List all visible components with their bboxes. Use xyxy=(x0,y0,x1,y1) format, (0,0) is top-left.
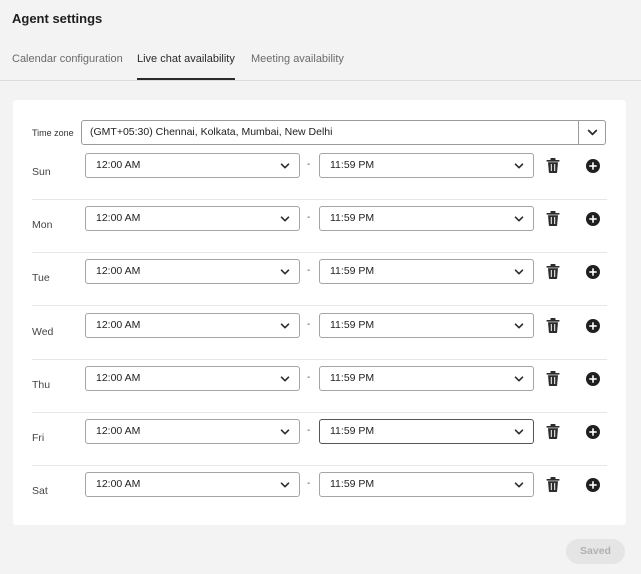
trash-icon[interactable] xyxy=(546,317,560,333)
end-time-select[interactable]: 11:59 PM xyxy=(319,472,534,498)
day-label: Thu xyxy=(32,378,51,391)
saved-button[interactable]: Saved xyxy=(566,539,625,564)
day-label: Sun xyxy=(32,166,51,178)
start-time-value: 12:00 AM xyxy=(96,425,141,437)
time-range-separator: - xyxy=(307,212,311,224)
day-label: Sat xyxy=(32,485,48,498)
trash-icon[interactable] xyxy=(546,158,560,173)
page-title: Agent settings xyxy=(12,11,103,26)
start-time-value: 12:00 AM xyxy=(96,371,141,384)
start-time-select[interactable]: 12:00 AM xyxy=(85,365,300,391)
start-time-select[interactable]: 12:00 AM xyxy=(85,472,300,498)
time-range-separator: - xyxy=(307,425,311,436)
trash-icon[interactable] xyxy=(546,477,560,493)
start-time-select[interactable]: 12:00 AM xyxy=(85,312,300,338)
plus-circle-icon[interactable] xyxy=(586,159,600,173)
day-row-mon: Mon 12:00 AM - 11:59 PM xyxy=(13,200,626,254)
start-time-value: 12:00 AM xyxy=(96,318,141,331)
end-time-select[interactable]: 11:59 PM xyxy=(319,365,534,391)
tab-bar: Calendar configuration Live chat availab… xyxy=(0,44,641,81)
plus-circle-icon[interactable] xyxy=(586,478,600,493)
end-time-select[interactable]: 11:59 PM xyxy=(319,206,534,232)
end-time-value: 11:59 PM xyxy=(330,265,375,278)
end-time-value: 11:59 PM xyxy=(330,478,375,491)
end-time-value: 11:59 PM xyxy=(330,212,375,225)
trash-icon[interactable] xyxy=(546,370,560,386)
end-time-select[interactable]: 11:59 PM xyxy=(319,419,534,444)
start-time-value: 12:00 AM xyxy=(96,212,141,225)
day-row-thu: Thu 12:00 AM - 11:59 PM xyxy=(13,360,626,413)
end-time-select[interactable]: 11:59 PM xyxy=(319,312,534,338)
plus-circle-icon[interactable] xyxy=(586,425,600,439)
chevron-down-icon xyxy=(587,129,597,136)
start-time-value: 12:00 AM xyxy=(96,159,141,171)
time-range-separator: - xyxy=(307,371,311,383)
plus-circle-icon[interactable] xyxy=(586,371,600,386)
day-row-tue: Tue 12:00 AM - 11:59 PM xyxy=(13,253,626,307)
timezone-dropdown-button[interactable] xyxy=(579,120,606,145)
timezone-label: Time zone xyxy=(32,128,74,138)
day-row-fri: Fri 12:00 AM - 11:59 PM xyxy=(13,413,626,466)
tab-calendar-configuration[interactable]: Calendar configuration xyxy=(12,53,123,79)
day-label: Tue xyxy=(32,272,50,285)
plus-circle-icon[interactable] xyxy=(586,318,600,333)
end-time-select[interactable]: 11:59 PM xyxy=(319,153,534,178)
start-time-select[interactable]: 12:00 AM xyxy=(85,206,300,232)
end-time-value: 11:59 PM xyxy=(330,425,375,437)
plus-circle-icon[interactable] xyxy=(586,212,600,227)
end-time-value: 11:59 PM xyxy=(330,318,375,331)
time-range-separator: - xyxy=(307,318,311,330)
time-range-separator: - xyxy=(307,159,311,170)
end-time-value: 11:59 PM xyxy=(330,371,375,384)
time-range-separator: - xyxy=(307,478,311,490)
day-label: Mon xyxy=(32,219,53,232)
start-time-select[interactable]: 12:00 AM xyxy=(85,419,300,444)
start-time-select[interactable]: 12:00 AM xyxy=(85,153,300,178)
end-time-select[interactable]: 11:59 PM xyxy=(319,259,534,285)
tab-meeting-availability[interactable]: Meeting availability xyxy=(251,53,344,79)
start-time-select[interactable]: 12:00 AM xyxy=(85,259,300,285)
day-label: Fri xyxy=(32,432,45,444)
day-row-sun: Sun 12:00 AM - 11:59 PM xyxy=(13,147,626,200)
day-label: Wed xyxy=(32,325,54,338)
availability-card: Time zone (GMT+05:30) Chennai, Kolkata, … xyxy=(13,100,626,525)
trash-icon[interactable] xyxy=(546,264,560,280)
day-row-wed: Wed 12:00 AM - 11:59 PM xyxy=(13,307,626,360)
tab-live-chat-availability[interactable]: Live chat availability xyxy=(137,53,235,80)
trash-icon[interactable] xyxy=(546,424,560,439)
time-range-separator: - xyxy=(307,265,311,277)
plus-circle-icon[interactable] xyxy=(586,265,600,280)
timezone-select[interactable]: (GMT+05:30) Chennai, Kolkata, Mumbai, Ne… xyxy=(81,120,579,145)
start-time-value: 12:00 AM xyxy=(96,478,141,491)
start-time-value: 12:00 AM xyxy=(96,265,141,278)
day-row-sat: Sat 12:00 AM - 11:59 PM xyxy=(13,466,626,519)
end-time-value: 11:59 PM xyxy=(330,159,375,171)
trash-icon[interactable] xyxy=(546,211,560,227)
